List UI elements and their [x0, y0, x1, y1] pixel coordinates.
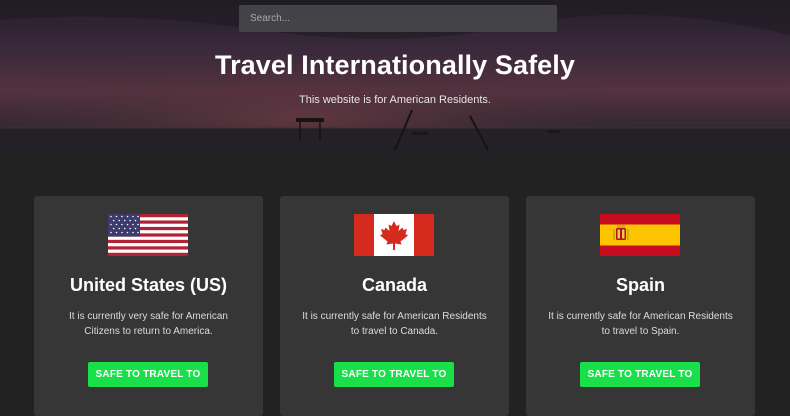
- country-cards: United States (US) It is currently very …: [0, 152, 790, 416]
- country-card-united-states: United States (US) It is currently very …: [34, 196, 263, 416]
- usa-flag-icon: [108, 214, 188, 256]
- page-subtitle: This website is for American Residents.: [299, 94, 491, 106]
- safety-description: It is currently safe for American Reside…: [548, 311, 733, 337]
- country-card-canada: Canada It is currently safe for American…: [280, 196, 509, 416]
- search-input[interactable]: [239, 5, 557, 32]
- safe-to-travel-button[interactable]: SAFE TO TRAVEL TO: [334, 362, 454, 387]
- canada-flag-icon: [354, 214, 434, 256]
- country-name: Canada: [361, 275, 428, 295]
- country-name: Spain: [615, 275, 665, 295]
- page-title: Travel Internationally Safely: [214, 50, 576, 80]
- spain-flag-icon: [600, 214, 680, 256]
- safety-description: It is currently very safe for American C…: [69, 311, 228, 337]
- safe-to-travel-button[interactable]: SAFE TO TRAVEL TO: [580, 362, 700, 387]
- safe-to-travel-button[interactable]: SAFE TO TRAVEL TO: [88, 362, 208, 387]
- hero-banner: Travel Internationally Safely This websi…: [0, 0, 790, 152]
- safety-description: It is currently safe for American Reside…: [302, 311, 487, 337]
- country-card-spain: Spain It is currently safe for American …: [526, 196, 755, 416]
- country-name: United States (US): [69, 275, 228, 295]
